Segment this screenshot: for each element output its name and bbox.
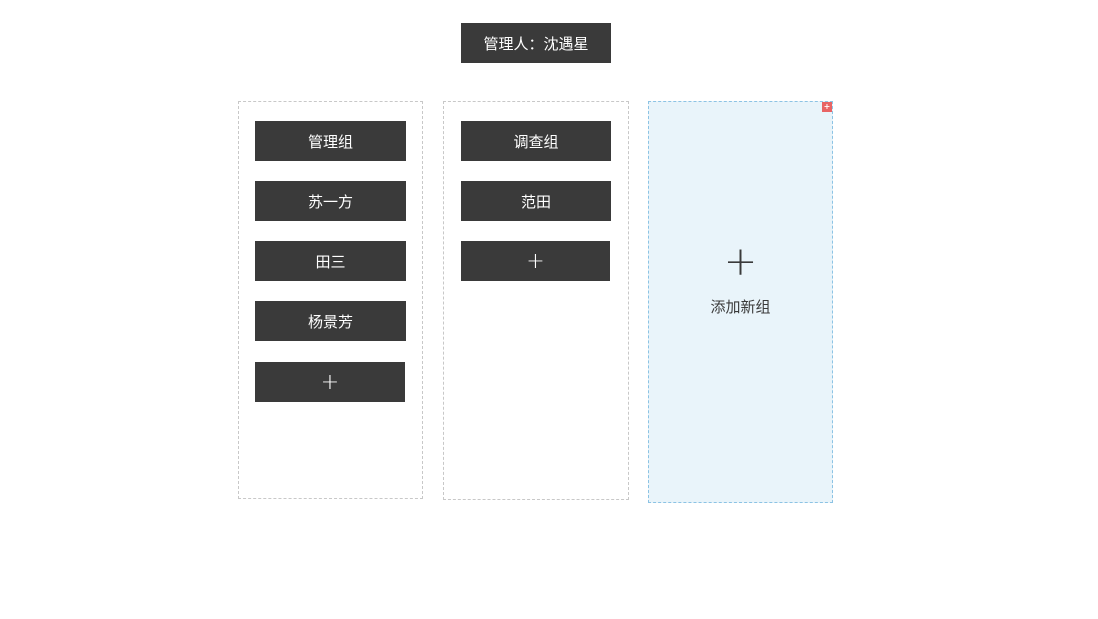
member-chip[interactable]: 杨景芳 bbox=[255, 301, 406, 341]
member-chip[interactable]: 苏一方 bbox=[255, 181, 406, 221]
add-group-label: 添加新组 bbox=[710, 298, 771, 316]
group-title-management[interactable]: 管理组 bbox=[255, 121, 406, 161]
member-chip[interactable]: 田三 bbox=[255, 241, 406, 281]
plus-icon: + bbox=[723, 239, 758, 285]
add-member-button[interactable]: + bbox=[255, 362, 405, 402]
member-chip[interactable]: 范田 bbox=[461, 181, 611, 221]
manager-label[interactable]: 管理人：沈遇星 bbox=[461, 23, 611, 63]
corner-badge-icon[interactable]: + bbox=[822, 102, 832, 112]
add-member-button[interactable]: + bbox=[461, 241, 610, 281]
group-title-investigation[interactable]: 调查组 bbox=[461, 121, 611, 161]
stage: 管理人：沈遇星 管理组 苏一方 田三 杨景芳 + 调查组 范田 + + 添加新组… bbox=[0, 0, 1098, 619]
add-group-button[interactable]: + 添加新组 + bbox=[648, 101, 833, 503]
